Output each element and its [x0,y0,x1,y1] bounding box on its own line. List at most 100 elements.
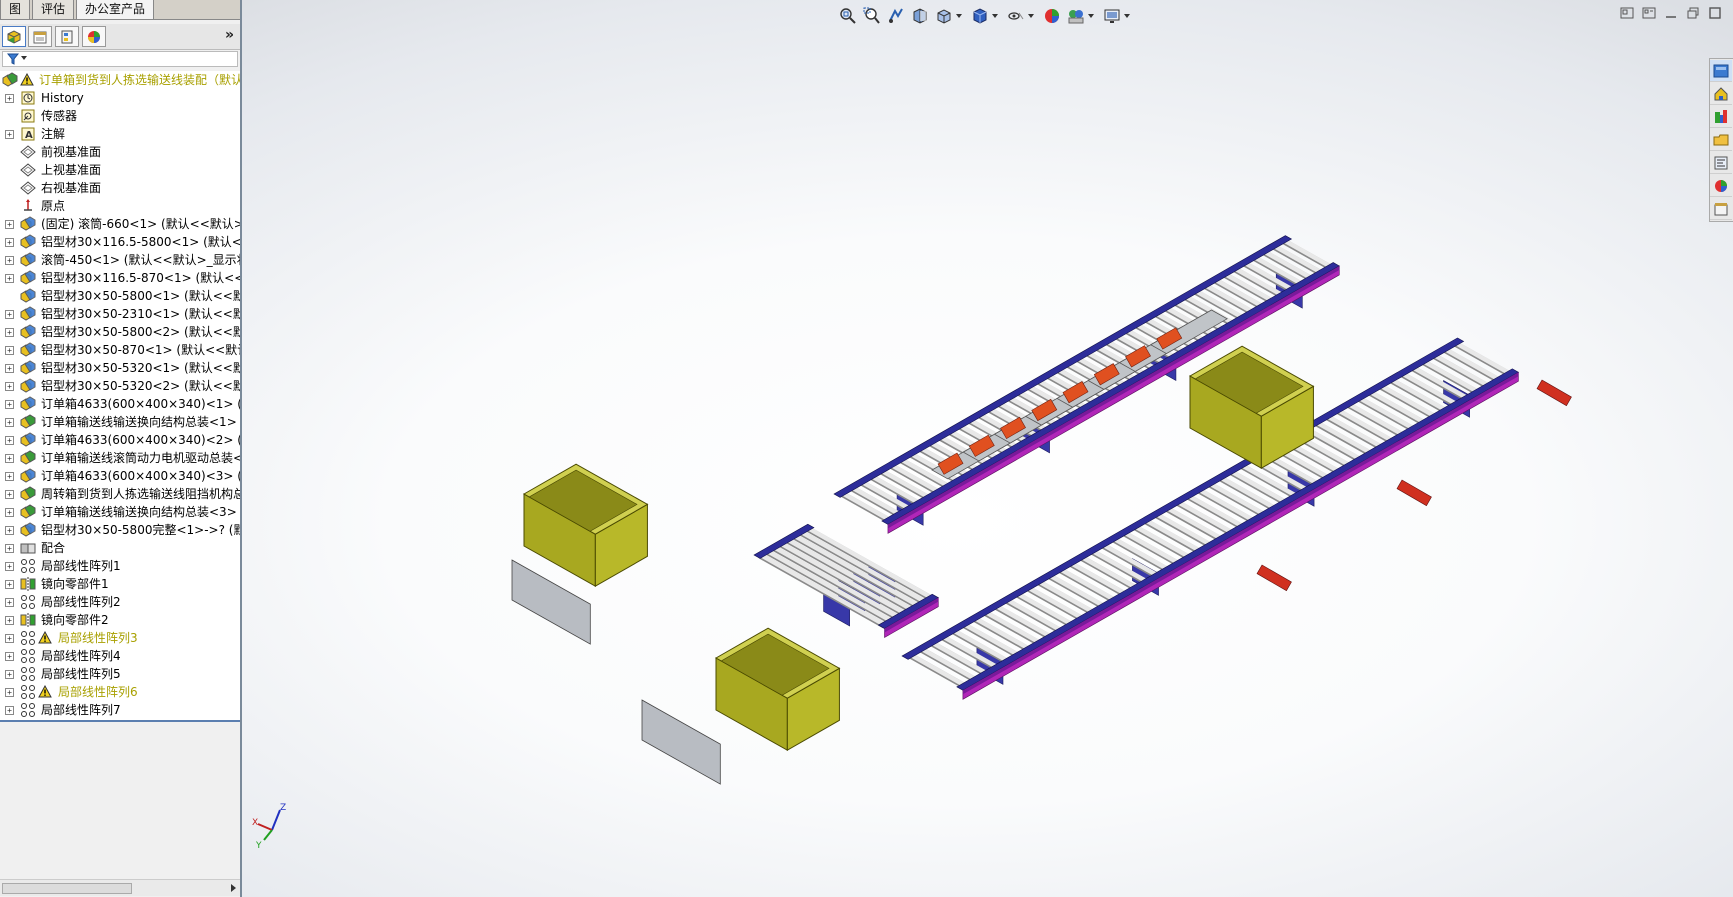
graphics-area[interactable]: Z X Y [242,0,1733,897]
expand-toggle-icon[interactable]: + [5,400,14,409]
tree-item-label: (固定) 滚筒-660<1> (默认<<默认>_ [41,217,240,231]
tree-item[interactable]: + 订单箱4633(600×400×340)<2> (默 [0,431,240,449]
scrollbar-thumb[interactable] [2,883,132,894]
tree-item[interactable]: + 订单箱输送线滚筒动力电机驱动总装< [0,449,240,467]
expand-toggle-icon[interactable]: + [5,436,14,445]
tree-item[interactable]: + 铝型材30×50-5800完整<1>->? (默认 [0,521,240,539]
expand-toggle-icon[interactable]: + [5,256,14,265]
tree-item[interactable]: + 铝型材30×50-5800<2> (默认<<默认 [0,323,240,341]
feature-tree-icon [7,29,21,44]
tree-item[interactable]: 传感器 [0,107,240,125]
tree-item[interactable]: + 铝型材30×116.5-870<1> (默认<<默 [0,269,240,287]
tree-item[interactable]: + 局部线性阵列7 [0,701,240,719]
tree-item-label: 传感器 [41,109,78,123]
expand-toggle-icon[interactable]: + [5,130,14,139]
triad-z-label: Z [280,803,286,813]
tab-evaluate[interactable]: 评估 [32,0,75,20]
tab-office-products[interactable]: 办公室产品 [76,0,155,20]
tree-item-label: 注解 [41,127,66,141]
tree-item-label: 订单箱4633(600×400×340)<3> (默 [41,469,240,483]
tree-item-label: 局部线性阵列5 [41,667,121,681]
tree-item[interactable]: + 铝型材30×116.5-5800<1> (默认<< [0,233,240,251]
expand-toggle-icon[interactable]: + [5,508,14,517]
expand-toggle-icon[interactable]: + [5,364,14,373]
tree-item[interactable]: + (固定) 滚筒-660<1> (默认<<默认>_ [0,215,240,233]
expand-toggle-icon[interactable]: + [5,238,14,247]
expand-panel-chevron-icon[interactable]: » [225,27,234,43]
tree-item[interactable]: + 铝型材30×50-5320<2> (默认<<默认 [0,377,240,395]
expand-toggle-icon[interactable]: + [5,706,14,715]
expand-toggle-icon[interactable]: + [5,382,14,391]
expand-toggle-icon[interactable]: + [5,580,14,589]
feature-manager-tab[interactable] [2,26,26,47]
tree-item-label: 订单箱输送线滚筒动力电机驱动总装< [41,451,240,465]
expand-toggle-icon[interactable]: + [5,652,14,661]
design-library-tab[interactable] [1710,83,1732,105]
view-palette-tab[interactable] [1710,129,1732,151]
tree-item[interactable]: + 订单箱输送线输送换向结构总装<1> ( [0,413,240,431]
custom-properties-tab[interactable] [1710,175,1732,197]
expand-toggle-icon[interactable]: + [5,94,14,103]
tree-item[interactable]: + 局部线性阵列5 [0,665,240,683]
expand-toggle-icon[interactable]: + [5,274,14,283]
scroll-right-arrow-icon[interactable] [231,884,236,892]
tree-item[interactable]: + 铝型材30×50-5320<1> (默认<<默认 [0,359,240,377]
tree-item-label: 铝型材30×116.5-5800<1> (默认<< [41,235,240,249]
expand-toggle-icon[interactable]: + [5,688,14,697]
configuration-manager-tab[interactable] [55,26,79,47]
expand-toggle-icon[interactable]: + [5,346,14,355]
file-explorer-tab[interactable] [1710,106,1732,128]
expand-toggle-icon[interactable]: + [5,220,14,229]
custom-properties-tab-2[interactable] [1710,198,1732,220]
tree-horizontal-scrollbar[interactable] [0,879,240,896]
tree-item[interactable]: 原点 [0,197,240,215]
tree-item[interactable]: + 周转箱到货到人拣选输送线阻挡机构总 [0,485,240,503]
conveyor-assembly-model[interactable] [242,0,1733,897]
tree-item[interactable]: + 订单箱输送线输送换向结构总装<3> ( [0,503,240,521]
tree-item[interactable]: 前视基准面 [0,143,240,161]
tree-item[interactable]: + 铝型材30×50-2310<1> (默认<<默认 [0,305,240,323]
expand-toggle-icon[interactable]: + [5,670,14,679]
tree-item[interactable]: + History [0,89,240,107]
solidworks-resources-tab[interactable] [1710,60,1732,82]
tree-item[interactable]: + 镜向零部件1 [0,575,240,593]
tree-item-label: 订单箱4633(600×400×340)<1> (默 [41,397,240,411]
part-icon [20,270,36,285]
tree-item[interactable]: 右视基准面 [0,179,240,197]
filter-dropdown-caret-icon[interactable] [21,56,27,60]
expand-toggle-icon[interactable]: + [5,310,14,319]
expand-toggle-icon[interactable]: + [5,526,14,535]
tab-view[interactable]: 图 [0,0,31,20]
expand-toggle-icon[interactable]: + [5,616,14,625]
display-manager-tab[interactable] [82,26,106,47]
tree-item[interactable]: 上视基准面 [0,161,240,179]
expand-toggle-icon[interactable]: + [5,598,14,607]
tree-item[interactable]: + 订单箱4633(600×400×340)<3> (默 [0,467,240,485]
tree-item[interactable]: + 局部线性阵列6 [0,683,240,701]
expand-toggle-icon[interactable]: + [5,562,14,571]
tree-root-assembly[interactable]: 订单箱到货到人拣选输送线装配（默认 [0,71,240,89]
tree-item[interactable]: + 滚筒-450<1> (默认<<默认>_显示状 [0,251,240,269]
expand-toggle-icon[interactable]: + [5,472,14,481]
tree-item[interactable]: 铝型材30×50-5800<1> (默认<<默认 [0,287,240,305]
tree-filter[interactable] [2,51,238,67]
tree-item[interactable]: + 镜向零部件2 [0,611,240,629]
expand-toggle-icon[interactable]: + [5,418,14,427]
expand-toggle-icon[interactable]: + [5,328,14,337]
expand-toggle-icon[interactable]: + [5,634,14,643]
tree-item[interactable]: + 局部线性阵列4 [0,647,240,665]
tree-item[interactable]: + 局部线性阵列1 [0,557,240,575]
expand-toggle-icon[interactable]: + [5,490,14,499]
tree-item[interactable]: + 配合 [0,539,240,557]
property-manager-tab[interactable] [28,26,52,47]
tree-item-label: 局部线性阵列3 [58,631,138,645]
expand-toggle-icon[interactable]: + [5,454,14,463]
tree-item[interactable]: + A 注解 [0,125,240,143]
tree-item[interactable]: + 局部线性阵列3 [0,629,240,647]
tree-item[interactable]: + 局部线性阵列2 [0,593,240,611]
appearances-tab[interactable] [1710,152,1732,174]
solidworks-resources-icon [1713,64,1729,77]
expand-toggle-icon[interactable]: + [5,544,14,553]
tree-item[interactable]: + 订单箱4633(600×400×340)<1> (默 [0,395,240,413]
tree-item[interactable]: + 铝型材30×50-870<1> (默认<<默认 [0,341,240,359]
